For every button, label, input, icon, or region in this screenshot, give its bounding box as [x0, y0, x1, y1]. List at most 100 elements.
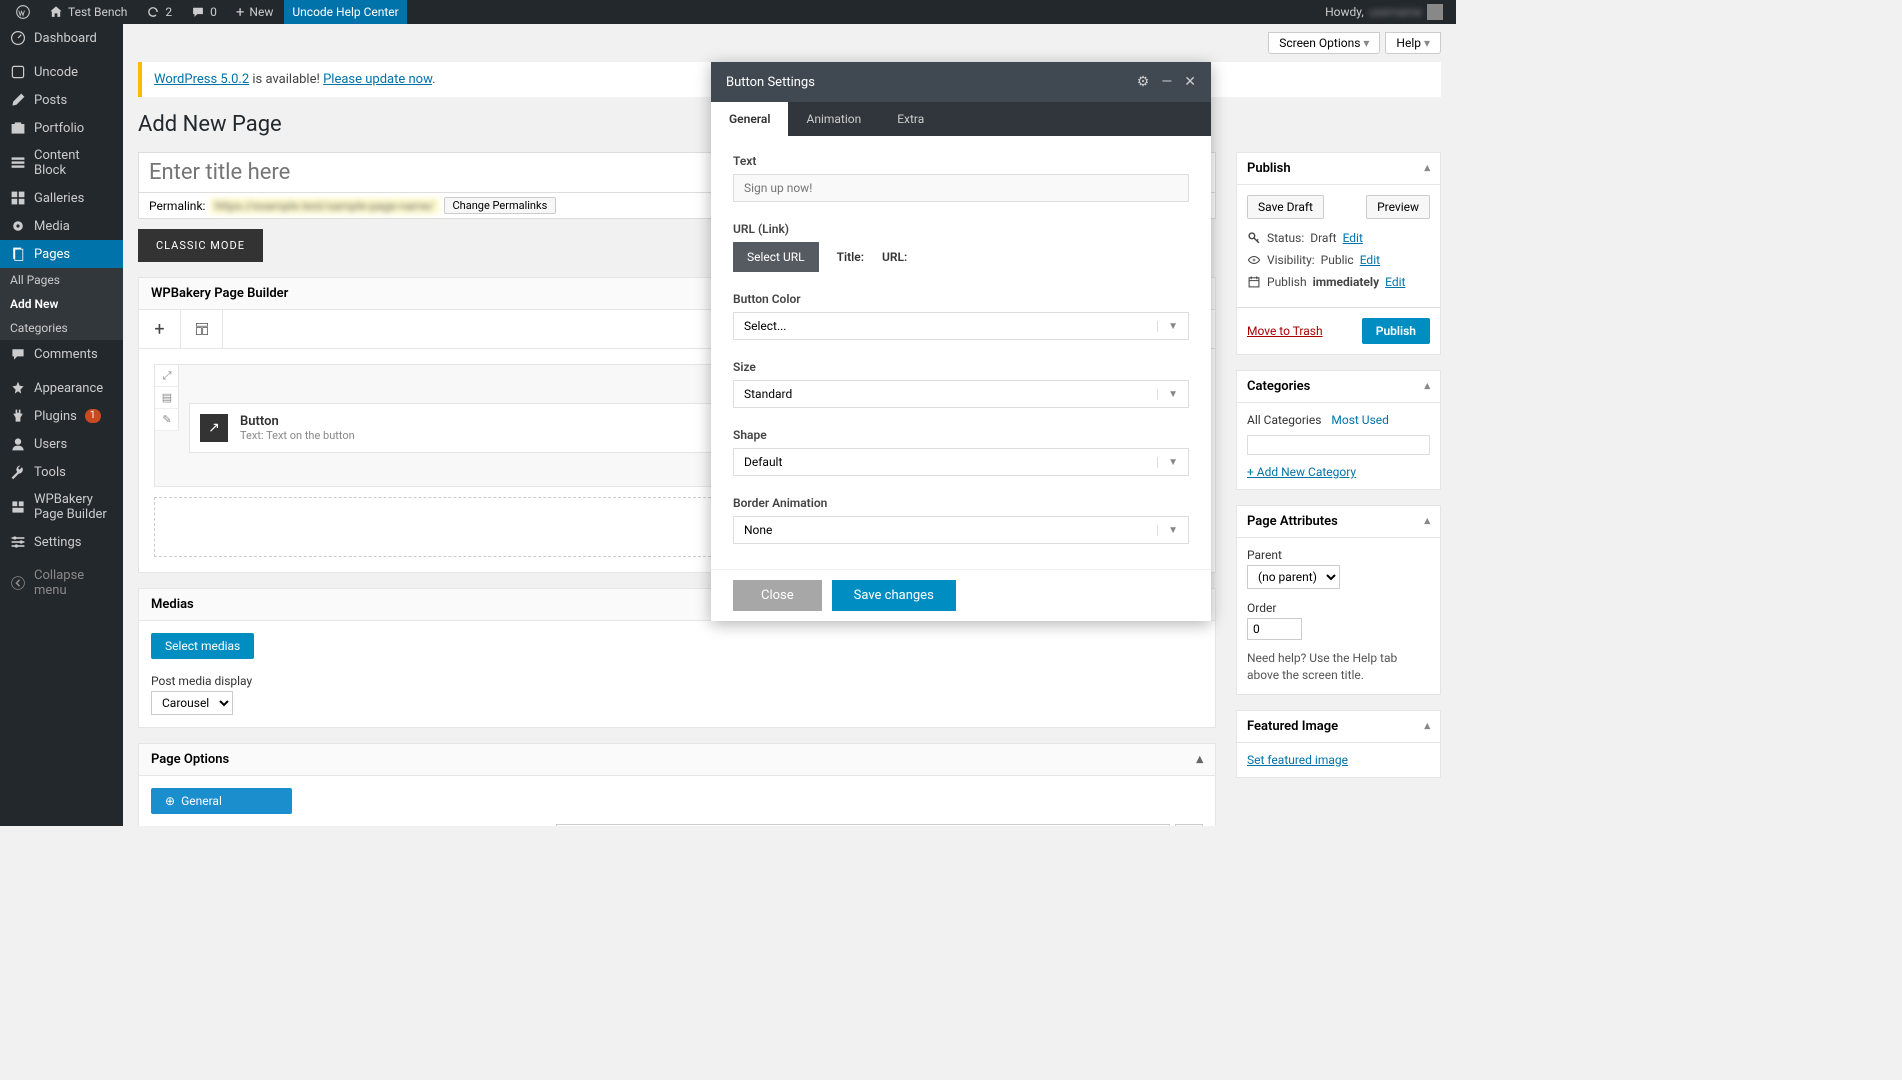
close-icon[interactable]: ✕ — [1184, 74, 1196, 90]
featured-title: Featured Image — [1247, 719, 1338, 734]
nav-content-block[interactable]: Content Block — [0, 142, 123, 184]
wp-version-link[interactable]: WordPress 5.0.2 — [154, 72, 249, 87]
user-greeting[interactable]: Howdy, username — [1325, 4, 1448, 20]
modal-title: Button Settings — [726, 75, 815, 90]
parent-label: Parent — [1247, 548, 1430, 562]
nav-comments[interactable]: Comments — [0, 340, 123, 368]
url-label: URL (Link) — [733, 222, 1189, 236]
updates-link[interactable]: 2 — [138, 0, 180, 24]
modal-tab-animation[interactable]: Animation — [788, 102, 879, 136]
text-input[interactable] — [733, 174, 1189, 202]
metabox-toggle[interactable]: ▴ — [1424, 161, 1430, 176]
new-content[interactable]: +New — [228, 0, 281, 24]
metabox-toggle[interactable]: ▴ — [1424, 514, 1430, 529]
add-category-link[interactable]: + Add New Category — [1247, 465, 1356, 479]
avatar-icon — [1427, 4, 1443, 20]
size-label: Size — [733, 360, 1189, 374]
edit-visibility-link[interactable]: Edit — [1360, 253, 1380, 267]
permalink-label: Permalink: — [149, 199, 205, 213]
page-options-title: Page Options — [151, 752, 229, 767]
bg-label: HTML Body Background — [386, 824, 516, 826]
order-input[interactable] — [1247, 618, 1302, 640]
categories-title: Categories — [1247, 379, 1310, 394]
nav-uncode[interactable]: Uncode — [0, 58, 123, 86]
help-center-link[interactable]: Uncode Help Center — [284, 0, 406, 24]
preview-button[interactable]: Preview — [1366, 195, 1430, 219]
select-url-button[interactable]: Select URL — [733, 242, 819, 272]
site-name[interactable]: Test Bench — [41, 0, 135, 24]
set-featured-link[interactable]: Set featured image — [1247, 753, 1348, 767]
wp-logo[interactable] — [8, 0, 38, 24]
size-select[interactable]: Standard▼ — [733, 380, 1189, 408]
nav-pages-categories[interactable]: Categories — [0, 316, 123, 340]
row-expand-icon[interactable]: ⤢ — [155, 365, 179, 387]
color-select[interactable]: Select...▼ — [733, 312, 1189, 340]
po-tab-general[interactable]: ⊕General — [151, 788, 292, 814]
nav-posts[interactable]: Posts — [0, 86, 123, 114]
element-desc: Text: Text on the button — [240, 429, 355, 442]
admin-bar: Test Bench 2 0 +New Uncode Help Center H… — [0, 0, 1456, 24]
nav-portfolio[interactable]: Portfolio — [0, 114, 123, 142]
bg-select[interactable]: background-color▾ — [556, 824, 1170, 826]
bg-add-button[interactable]: + — [1175, 824, 1203, 826]
modal-tab-extra[interactable]: Extra — [879, 102, 942, 136]
save-draft-button[interactable]: Save Draft — [1247, 195, 1324, 219]
nav-pages-all[interactable]: All Pages — [0, 268, 123, 292]
nav-media[interactable]: Media — [0, 212, 123, 240]
anim-select[interactable]: None▼ — [733, 516, 1189, 544]
edit-publish-link[interactable]: Edit — [1385, 275, 1405, 289]
nav-pages[interactable]: Pages — [0, 240, 123, 268]
minimize-icon[interactable]: — — [1161, 74, 1172, 90]
classic-mode-button[interactable]: Classic Mode — [138, 229, 263, 262]
template-icon[interactable] — [181, 310, 223, 348]
panel-toggle-icon[interactable]: ▴ — [1196, 752, 1203, 767]
attributes-title: Page Attributes — [1247, 514, 1338, 529]
color-label: Button Color — [733, 292, 1189, 306]
anim-label: Border Animation — [733, 496, 1189, 510]
row-edit-icon[interactable]: ✎ — [155, 409, 179, 431]
modal-close-button[interactable]: Close — [733, 580, 822, 611]
metabox-toggle[interactable]: ▴ — [1424, 379, 1430, 394]
media-display-select[interactable]: Carousel — [151, 691, 233, 715]
modal-save-button[interactable]: Save changes — [832, 580, 956, 611]
admin-sidebar: Dashboard Uncode Posts Portfolio Content… — [0, 24, 123, 826]
shape-label: Shape — [733, 428, 1189, 442]
calendar-icon — [1247, 275, 1261, 289]
add-element-icon[interactable]: + — [139, 310, 181, 348]
order-label: Order — [1247, 601, 1430, 615]
edit-status-link[interactable]: Edit — [1343, 231, 1363, 245]
comments-link[interactable]: 0 — [183, 0, 225, 24]
screen-options-button[interactable]: Screen Options — [1268, 32, 1380, 54]
category-list[interactable] — [1247, 435, 1430, 455]
nav-settings[interactable]: Settings — [0, 528, 123, 556]
publish-button[interactable]: Publish — [1362, 318, 1430, 344]
globe-icon: ⊕ — [165, 794, 175, 808]
row-layout-icon[interactable]: ▤ — [155, 387, 179, 409]
button-settings-modal: Button Settings ⚙ — ✕ General Animation … — [711, 62, 1211, 621]
gear-icon[interactable]: ⚙ — [1137, 74, 1150, 90]
nav-tools[interactable]: Tools — [0, 458, 123, 486]
nav-appearance[interactable]: Appearance — [0, 374, 123, 402]
attributes-help: Need help? Use the Help tab above the sc… — [1247, 650, 1430, 684]
select-medias-button[interactable]: Select medias — [151, 633, 254, 659]
shape-select[interactable]: Default▼ — [733, 448, 1189, 476]
plugins-badge: 1 — [85, 409, 101, 423]
nav-pages-add[interactable]: Add New — [0, 292, 123, 316]
nav-plugins[interactable]: Plugins 1 — [0, 402, 123, 430]
update-now-link[interactable]: Please update now — [323, 72, 432, 87]
publish-title: Publish — [1247, 161, 1291, 176]
nav-dashboard[interactable]: Dashboard — [0, 24, 123, 52]
cat-tab-all[interactable]: All Categories — [1247, 413, 1321, 427]
nav-users[interactable]: Users — [0, 430, 123, 458]
modal-tab-general[interactable]: General — [711, 102, 788, 136]
help-button[interactable]: Help — [1385, 32, 1441, 54]
nav-collapse[interactable]: Collapse menu — [0, 562, 123, 604]
move-to-trash-link[interactable]: Move to Trash — [1247, 324, 1323, 338]
nav-galleries[interactable]: Galleries — [0, 184, 123, 212]
cat-tab-used[interactable]: Most Used — [1331, 413, 1389, 427]
parent-select[interactable]: (no parent) — [1247, 565, 1340, 589]
change-permalinks-button[interactable]: Change Permalinks — [444, 197, 557, 214]
nav-wpbakery[interactable]: WPBakery Page Builder — [0, 486, 123, 528]
metabox-toggle[interactable]: ▴ — [1424, 719, 1430, 734]
permalink-url: https://example.test/sample-page-name/ — [210, 198, 438, 214]
